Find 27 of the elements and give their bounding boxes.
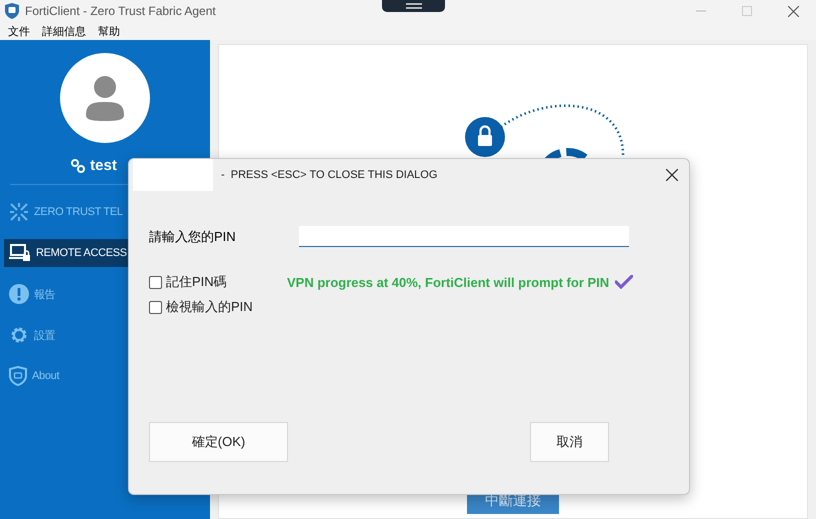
menu-icon [406,3,422,9]
ok-button[interactable]: 確定(OK) [149,422,288,462]
checkbox[interactable] [149,300,162,314]
dialog-title: - PRESS <ESC> TO CLOSE THIS DIALOG [221,169,438,181]
check-icon [615,275,634,289]
checkbox-label: 記住PIN碼 [166,273,227,291]
menu-item[interactable]: 文件 [8,24,30,38]
sparkle-icon [9,202,29,222]
close-icon [788,6,798,16]
maximize-icon [742,6,752,16]
menu-item[interactable]: 幫助 [98,24,120,38]
checkbox[interactable] [149,276,162,288]
close-icon [666,169,678,181]
snap-handle[interactable] [382,0,445,12]
annotation-text: VPN progress at 40%, FortiClient will prompt for PIN [287,274,610,290]
checkbox-label: 檢視輸入的PIN [166,298,253,316]
settings-icon [9,325,29,345]
shield-logo-icon [5,3,19,19]
user-name: test [90,157,117,174]
window-title: FortiClient - Zero Trust Fabric Agent [25,4,216,18]
alert-icon [9,284,29,304]
pin-field[interactable] [299,226,629,247]
laptop-lock-icon [9,243,31,263]
menu-item[interactable]: 詳細信息 [42,24,86,38]
cancel-button[interactable]: 取消 [530,422,609,462]
link-icon [71,158,86,172]
shield-icon [9,366,27,386]
